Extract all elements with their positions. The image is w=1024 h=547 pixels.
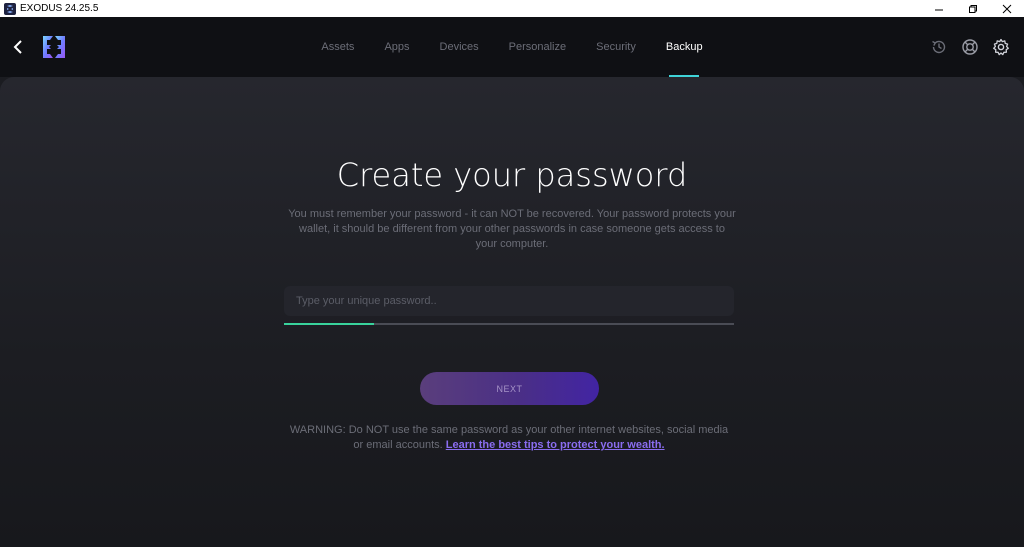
- page-title: Create your password: [336, 156, 688, 194]
- tab-devices[interactable]: Devices: [425, 17, 494, 77]
- password-strength-fill: [284, 323, 374, 325]
- main-nav: Assets Apps Devices Personalize Security…: [306, 17, 717, 77]
- window-titlebar: EXODUS 24.25.5: [0, 0, 1024, 17]
- support-icon[interactable]: [960, 37, 979, 56]
- warning-message: WARNING: Do NOT use the same password as…: [284, 423, 734, 453]
- app-header: Assets Apps Devices Personalize Security…: [0, 17, 1024, 77]
- tab-security[interactable]: Security: [581, 17, 651, 77]
- tab-assets[interactable]: Assets: [306, 17, 369, 77]
- tab-label: Personalize: [508, 41, 567, 53]
- tab-label: Assets: [321, 41, 355, 53]
- chevron-left-icon[interactable]: [10, 37, 26, 57]
- settings-icon[interactable]: [991, 37, 1010, 56]
- password-description: You must remember your password - it can…: [288, 208, 736, 250]
- tab-personalize[interactable]: Personalize: [494, 17, 581, 77]
- minimize-icon[interactable]: [922, 0, 956, 17]
- history-icon[interactable]: [929, 37, 948, 56]
- tab-backup[interactable]: Backup: [651, 17, 718, 77]
- tab-label: Apps: [384, 41, 410, 53]
- next-button[interactable]: NEXT: [420, 372, 599, 405]
- password-strength-bar: [284, 323, 734, 325]
- security-tips-link[interactable]: Learn the best tips to protect your weal…: [446, 439, 665, 451]
- tab-label: Backup: [665, 41, 703, 53]
- close-icon[interactable]: [990, 0, 1024, 17]
- password-field[interactable]: [284, 286, 734, 316]
- exodus-logo-icon[interactable]: [40, 34, 68, 60]
- password-input[interactable]: [284, 294, 734, 308]
- tab-label: Devices: [439, 41, 479, 53]
- tab-label: Security: [596, 41, 636, 53]
- exodus-app-icon: [4, 2, 16, 15]
- tab-apps[interactable]: Apps: [369, 17, 424, 77]
- window-title: EXODUS 24.25.5: [20, 3, 99, 14]
- restore-icon[interactable]: [956, 0, 990, 17]
- backup-panel: Create your password You must remember y…: [0, 77, 1024, 547]
